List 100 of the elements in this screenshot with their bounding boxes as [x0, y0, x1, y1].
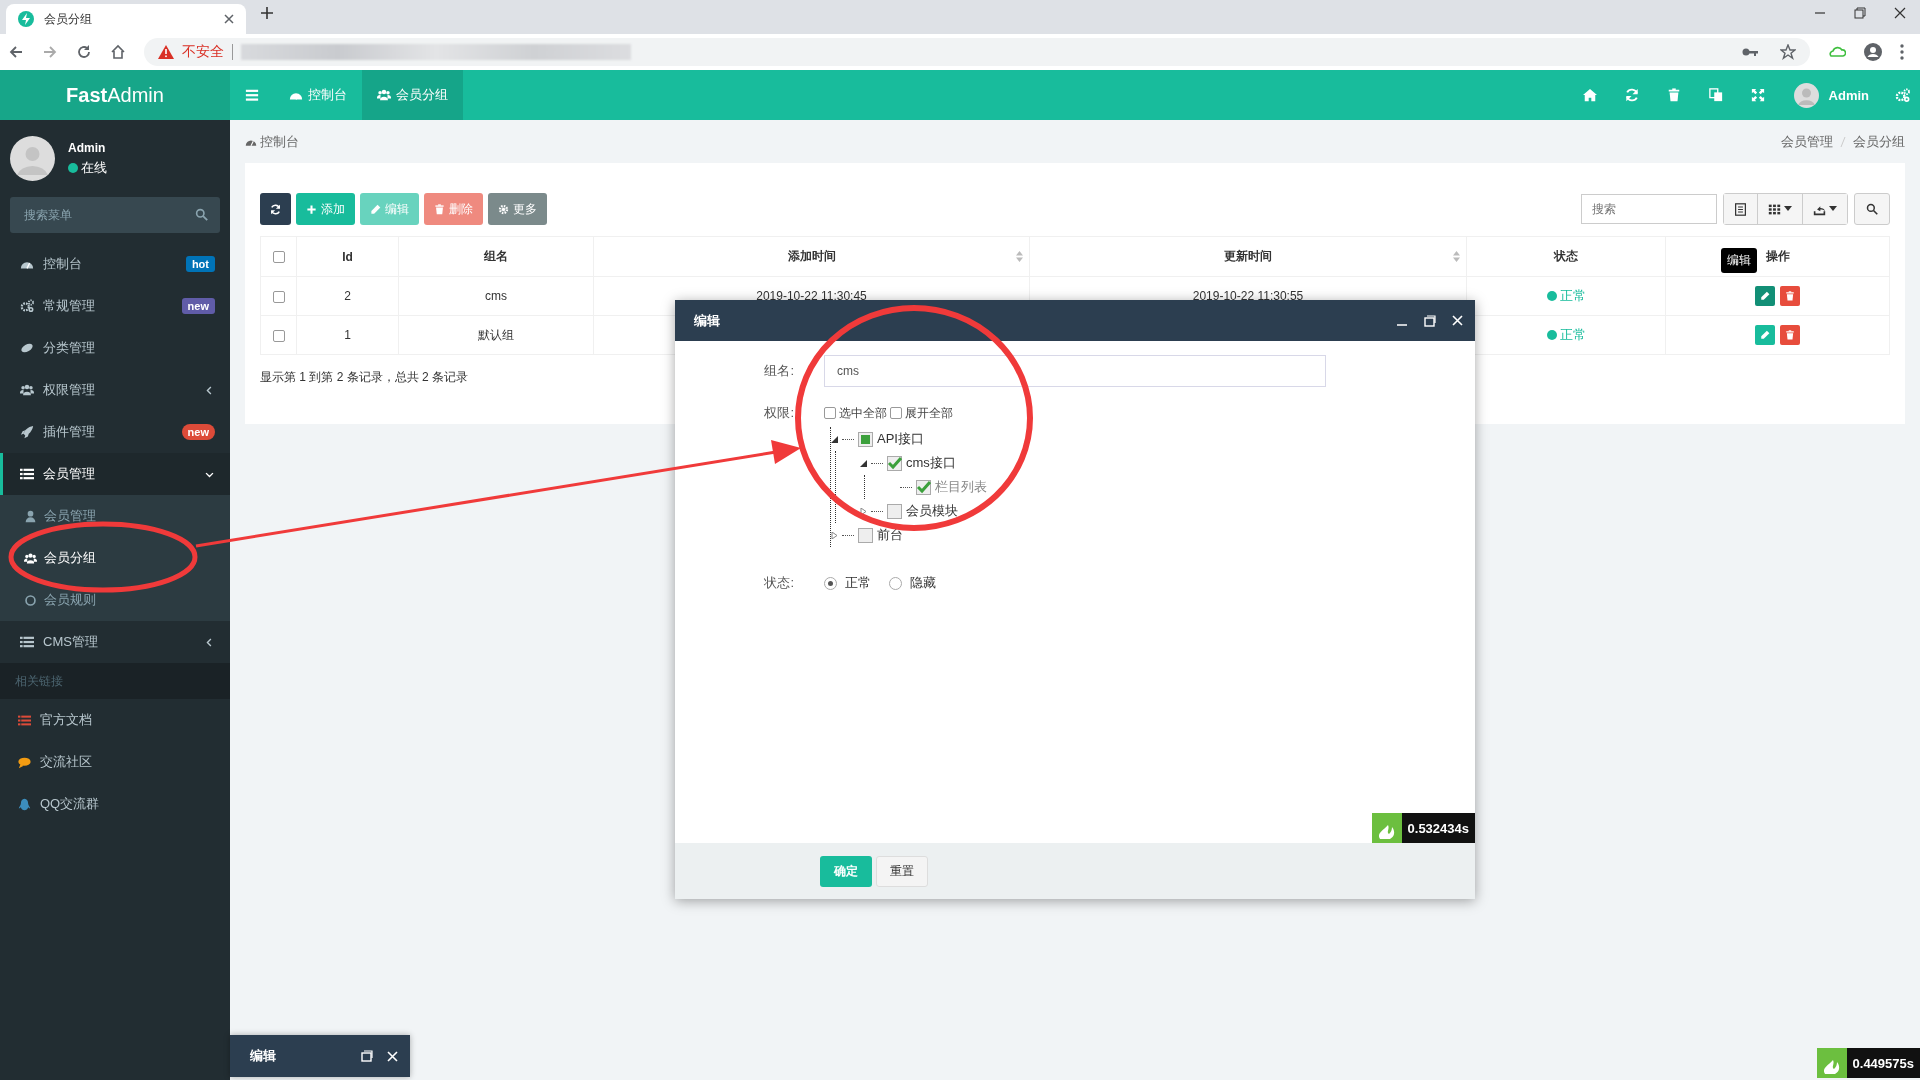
table-icon — [1734, 202, 1747, 216]
settings-icon[interactable] — [1894, 87, 1910, 103]
breadcrumb-home[interactable]: 控制台 — [245, 132, 299, 151]
home-icon[interactable] — [110, 44, 126, 60]
key-icon[interactable] — [1742, 47, 1758, 57]
table-cell: 1 — [344, 328, 351, 342]
sidebar-item[interactable]: 控制台 hot — [0, 243, 230, 285]
collapsed-icon[interactable] — [860, 507, 867, 515]
checkbox[interactable] — [890, 407, 902, 419]
radio-option[interactable]: 隐藏 — [889, 574, 936, 592]
sidebar-item[interactable]: 分类管理 — [0, 327, 230, 369]
tree-node-label[interactable]: 会员模块 — [906, 502, 958, 520]
delete-button[interactable] — [1780, 286, 1800, 306]
pencil-icon — [1760, 330, 1770, 340]
search-field[interactable]: 搜索菜单 — [10, 197, 220, 233]
cloud-icon[interactable] — [1828, 45, 1846, 59]
back-icon[interactable] — [8, 44, 24, 60]
checkbox-option[interactable]: 选中全部 — [824, 404, 887, 422]
columns-button[interactable] — [1758, 194, 1803, 224]
sidebar-item[interactable]: 会员管理 — [0, 453, 230, 495]
forward-icon[interactable] — [42, 44, 58, 60]
column-header[interactable]: 更新时间 — [1224, 249, 1272, 263]
checkbox[interactable] — [272, 329, 285, 342]
trash-icon — [434, 203, 445, 215]
tree-checkbox[interactable] — [916, 479, 931, 495]
tree-node-label[interactable]: 栏目列表 — [935, 478, 987, 496]
more-icon[interactable] — [1900, 44, 1904, 60]
export-button[interactable] — [1803, 194, 1847, 224]
refresh-icon[interactable] — [1624, 88, 1639, 102]
radio-option[interactable]: 正常 — [824, 574, 871, 592]
sidebar-item[interactable]: CMS管理 — [0, 621, 230, 663]
submenu-item[interactable]: 会员管理 — [0, 495, 230, 537]
status-dot-icon — [1546, 291, 1557, 301]
list-icon — [20, 467, 34, 481]
more-button[interactable]: 更多 — [488, 193, 547, 225]
avatar-icon — [1793, 82, 1819, 108]
translate-icon[interactable] — [1708, 88, 1723, 102]
checkbox[interactable] — [272, 251, 285, 264]
delete-button[interactable] — [1780, 325, 1800, 345]
tree-checkbox[interactable] — [858, 527, 873, 543]
table-cell: 2019-10-22 11:30:45 — [756, 289, 867, 303]
checkbox-option[interactable]: 展开全部 — [890, 404, 953, 422]
checkbox[interactable] — [272, 290, 285, 303]
flame-icon — [1371, 813, 1402, 843]
warning-icon — [158, 45, 174, 59]
reset-button[interactable]: 重置 — [876, 855, 928, 887]
sidebar-item[interactable]: 插件管理 new — [0, 411, 230, 453]
menu-badge: hot — [185, 256, 215, 272]
star-icon[interactable] — [1780, 44, 1796, 60]
breadcrumb-item[interactable]: 会员管理 — [1781, 132, 1833, 151]
maximize-icon[interactable] — [1424, 314, 1436, 327]
search-button[interactable] — [1854, 193, 1890, 225]
sidebar-link[interactable]: QQ交流群 — [0, 783, 230, 825]
close-icon[interactable] — [1894, 6, 1906, 19]
sidebar-item[interactable]: 权限管理 — [0, 369, 230, 411]
user-status: 在线 — [81, 158, 107, 177]
checkbox[interactable] — [824, 407, 836, 419]
submenu-item[interactable]: 会员规则 — [0, 579, 230, 621]
expanded-icon[interactable] — [860, 459, 867, 467]
fullscreen-icon[interactable] — [1750, 88, 1765, 102]
trash-icon[interactable] — [1666, 88, 1681, 102]
edit-button[interactable] — [1755, 286, 1775, 306]
table-cell: 2 — [344, 289, 351, 303]
tree-node-label[interactable]: 前台 — [877, 526, 903, 544]
profile-icon[interactable] — [1864, 43, 1882, 61]
sidebar-item[interactable]: 常规管理 new — [0, 285, 230, 327]
edit-button[interactable] — [1755, 325, 1775, 345]
pencil-icon — [1760, 291, 1770, 301]
name-field[interactable]: cms — [824, 355, 1326, 387]
column-header: 组名 — [484, 249, 508, 263]
restore-icon[interactable] — [1854, 6, 1866, 19]
address-bar[interactable]: 不安全 — [144, 38, 1810, 66]
new-tab-icon[interactable] — [260, 6, 274, 20]
browser-tab[interactable]: 会员分组 — [6, 4, 246, 34]
tree-checkbox[interactable] — [858, 431, 873, 447]
menu-icon — [245, 88, 259, 102]
security-label: 不安全 — [182, 43, 224, 61]
toggle-view-button[interactable] — [1724, 194, 1758, 224]
separator-icon — [1840, 135, 1846, 148]
dialog-title: 编辑 — [250, 1047, 277, 1065]
close-icon[interactable] — [224, 14, 234, 24]
trash-icon — [1785, 291, 1795, 301]
tree-node-label[interactable]: API接口 — [877, 430, 924, 448]
search-field[interactable]: 搜索 — [1581, 194, 1717, 224]
tree-node-label[interactable]: cms接口 — [906, 454, 956, 472]
tree-checkbox[interactable] — [887, 503, 902, 519]
minimized-dialog[interactable]: 编辑 — [230, 1035, 410, 1077]
submenu-item[interactable]: 会员分组 — [0, 537, 230, 579]
collapsed-icon[interactable] — [831, 531, 838, 539]
reload-icon[interactable] — [76, 44, 92, 60]
expanded-icon[interactable] — [831, 435, 838, 443]
refresh-button[interactable] — [260, 193, 291, 225]
status-text: 正常 — [1559, 287, 1586, 305]
radio-button[interactable] — [889, 576, 902, 590]
tree-checkbox[interactable] — [887, 455, 902, 471]
sidebar-link[interactable]: 官方文档 — [0, 699, 230, 741]
column-header[interactable]: 添加时间 — [787, 249, 836, 263]
sidebar-link[interactable]: 交流社区 — [0, 741, 230, 783]
restore-icon[interactable] — [361, 1050, 373, 1062]
radio-button[interactable] — [824, 576, 837, 590]
